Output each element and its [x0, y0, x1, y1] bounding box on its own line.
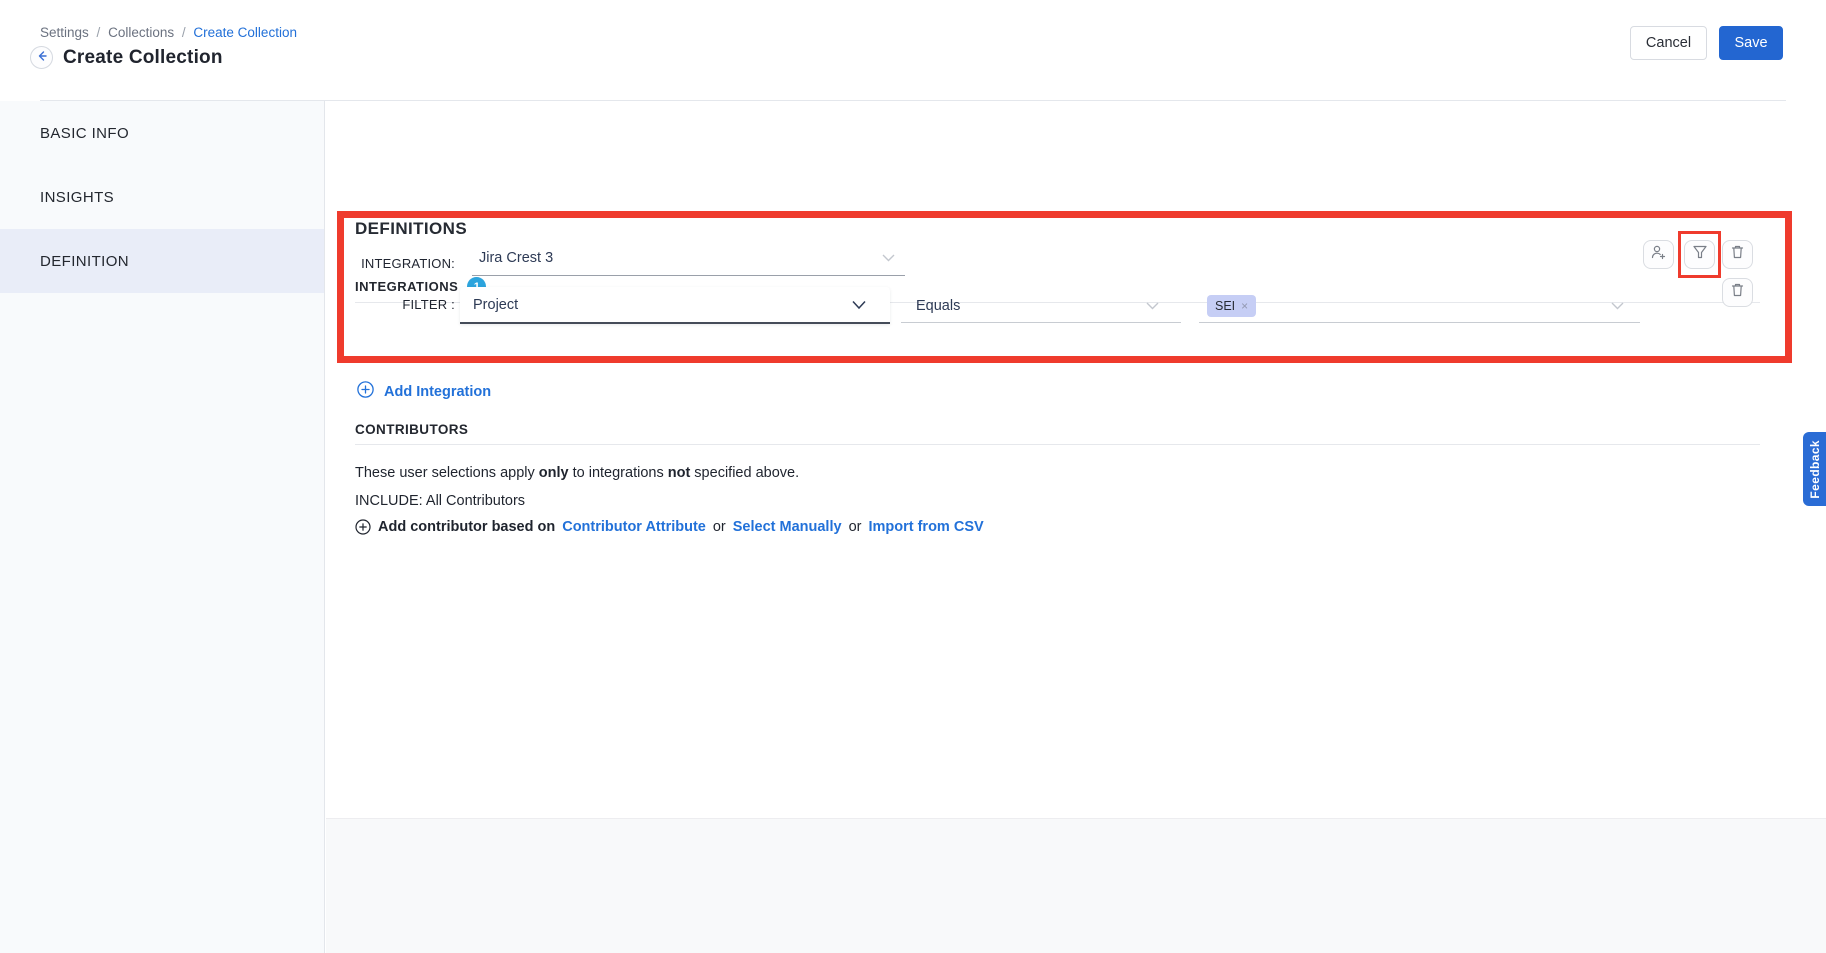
add-integration-button[interactable]: Add Integration — [357, 381, 491, 403]
header: Settings / Collections / Create Collecti… — [0, 0, 1826, 101]
breadcrumb: Settings / Collections / Create Collecti… — [40, 25, 297, 40]
contributors-title: CONTRIBUTORS — [355, 422, 468, 437]
note-text: to integrations — [569, 465, 668, 481]
header-actions: Cancel Save — [1630, 26, 1783, 60]
sidebar-item-insights[interactable]: INSIGHTS — [0, 165, 324, 229]
trash-icon — [1730, 282, 1745, 303]
add-integration-label: Add Integration — [384, 384, 491, 400]
integration-label: INTEGRATION: — [335, 256, 455, 271]
note-bold: only — [539, 465, 569, 481]
circle-plus-icon — [355, 519, 371, 535]
contributors-note: These user selections apply only to inte… — [355, 465, 799, 481]
contributor-attribute-link[interactable]: Contributor Attribute — [562, 519, 706, 535]
feedback-tab-label: Feedback — [1808, 440, 1822, 499]
tag-label: SEI — [1215, 299, 1235, 313]
chevron-down-icon — [852, 300, 866, 309]
or-text: or — [849, 519, 862, 535]
filter-field-select[interactable]: Project — [460, 287, 890, 324]
filter-operator-select[interactable]: Equals — [901, 289, 1181, 323]
filter-label: FILTER : — [335, 297, 455, 312]
or-text: or — [713, 519, 726, 535]
note-bold: not — [668, 465, 691, 481]
select-manually-link[interactable]: Select Manually — [733, 519, 842, 535]
add-contributor-row: Add contributor based on Contributor Att… — [355, 519, 984, 535]
back-button[interactable] — [30, 46, 53, 69]
person-plus-icon — [1650, 244, 1667, 265]
add-user-button[interactable] — [1643, 240, 1674, 269]
add-contributor-prefix: Add contributor based on — [378, 519, 555, 535]
chevron-down-icon — [1611, 302, 1624, 310]
breadcrumb-settings[interactable]: Settings — [40, 25, 89, 40]
breadcrumb-current[interactable]: Create Collection — [193, 25, 297, 40]
cancel-button[interactable]: Cancel — [1630, 26, 1707, 60]
page-background-strip — [326, 818, 1826, 953]
integration-select[interactable]: Jira Crest 3 — [472, 241, 905, 276]
include-line: INCLUDE: All Contributors — [355, 493, 525, 509]
feedback-tab[interactable]: Feedback — [1803, 432, 1826, 506]
funnel-icon — [1692, 244, 1708, 265]
tag-remove-icon[interactable]: × — [1241, 299, 1248, 313]
sidebar: BASIC INFO INSIGHTS DEFINITION — [0, 101, 325, 953]
breadcrumb-separator: / — [93, 25, 105, 40]
chevron-down-icon — [882, 254, 895, 262]
arrow-left-icon — [36, 49, 48, 67]
main-content: DEFINITIONS INTEGRATIONS 1 INTEGRATION: … — [326, 101, 1826, 818]
circle-plus-icon — [357, 381, 374, 403]
breadcrumb-separator: / — [178, 25, 190, 40]
chevron-down-icon — [1146, 302, 1159, 310]
note-text: These user selections apply — [355, 465, 539, 481]
filter-value-tag: SEI × — [1207, 295, 1256, 317]
filter-button[interactable] — [1684, 240, 1715, 269]
note-text: specified above. — [690, 465, 799, 481]
integration-select-value: Jira Crest 3 — [472, 250, 553, 266]
filter-field-value: Project — [460, 297, 518, 313]
delete-filter-button[interactable] — [1722, 278, 1753, 307]
import-from-csv-link[interactable]: Import from CSV — [868, 519, 983, 535]
divider — [355, 444, 1760, 445]
create-collection-page: Settings / Collections / Create Collecti… — [0, 0, 1826, 953]
trash-icon — [1730, 244, 1745, 265]
sidebar-item-definition[interactable]: DEFINITION — [0, 229, 324, 293]
filter-operator-value: Equals — [901, 298, 960, 314]
breadcrumb-collections[interactable]: Collections — [108, 25, 174, 40]
title-row: Create Collection — [30, 46, 223, 69]
sidebar-item-basic-info[interactable]: BASIC INFO — [0, 101, 324, 165]
save-button[interactable]: Save — [1719, 26, 1783, 60]
delete-integration-button[interactable] — [1722, 240, 1753, 269]
filter-value-select[interactable]: SEI × — [1199, 289, 1640, 323]
page-title: Create Collection — [63, 47, 223, 69]
